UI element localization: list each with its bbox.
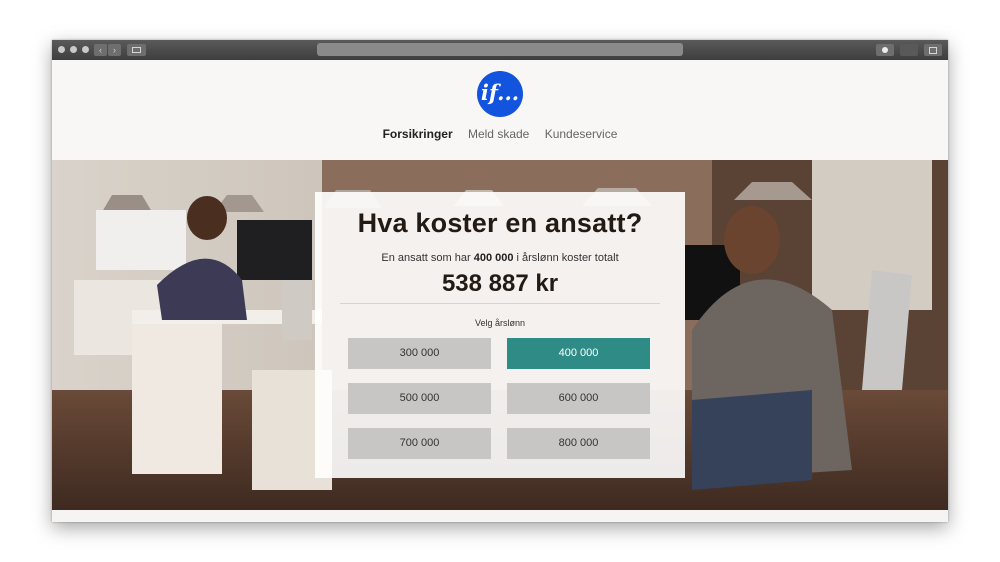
window-controls[interactable] (58, 46, 89, 53)
salary-select-label: Velg årslønn (474, 318, 526, 328)
salary-option-300000[interactable]: 300 000 (348, 338, 491, 369)
subtitle-suffix: i årslønn koster totalt (516, 252, 619, 264)
nav-item-forsikringer[interactable]: Forsikringer (383, 127, 453, 141)
nav-item-meld-skade[interactable]: Meld skade (468, 127, 529, 141)
if-logo[interactable]: if... (477, 71, 523, 117)
site-header: if... Forsikringer Meld skade Kundeservi… (52, 60, 948, 160)
tabs-icon[interactable] (924, 44, 942, 56)
calculator-subtitle: En ansatt som har 400 000 i årslønn kost… (315, 252, 685, 264)
close-window-dot[interactable] (58, 46, 65, 53)
salary-option-800000[interactable]: 800 000 (507, 428, 650, 459)
selected-salary-value: 400 000 (473, 252, 514, 264)
sidebar-icon[interactable] (127, 44, 146, 56)
salary-option-600000[interactable]: 600 000 (507, 383, 650, 414)
subtitle-prefix: En ansatt som har (381, 252, 471, 264)
nav-item-kundeservice[interactable]: Kundeservice (545, 127, 618, 141)
browser-window: ‹ › if... Forsikringer Meld skade Kundes… (52, 40, 948, 522)
salary-option-700000[interactable]: 700 000 (348, 428, 491, 459)
chevron-left-icon[interactable]: ‹ (94, 44, 107, 56)
main-nav: Forsikringer Meld skade Kundeservice (52, 127, 948, 141)
total-cost-value: 538 887 kr (441, 270, 559, 297)
zoom-window-dot[interactable] (82, 46, 89, 53)
address-bar[interactable] (317, 43, 683, 56)
salary-option-400000[interactable]: 400 000 (507, 338, 650, 369)
download-icon[interactable] (876, 44, 894, 56)
minimize-window-dot[interactable] (70, 46, 77, 53)
divider (340, 303, 660, 304)
calculator-title: Hva koster en ansatt? (357, 208, 643, 238)
salary-option-500000[interactable]: 500 000 (348, 383, 491, 414)
cost-calculator-card: Hva koster en ansatt? En ansatt som har … (315, 192, 685, 478)
page-bottom-strip (52, 510, 948, 522)
chevron-right-icon[interactable]: › (108, 44, 121, 56)
browser-toolbar: ‹ › (52, 40, 948, 60)
share-icon[interactable] (900, 44, 918, 56)
